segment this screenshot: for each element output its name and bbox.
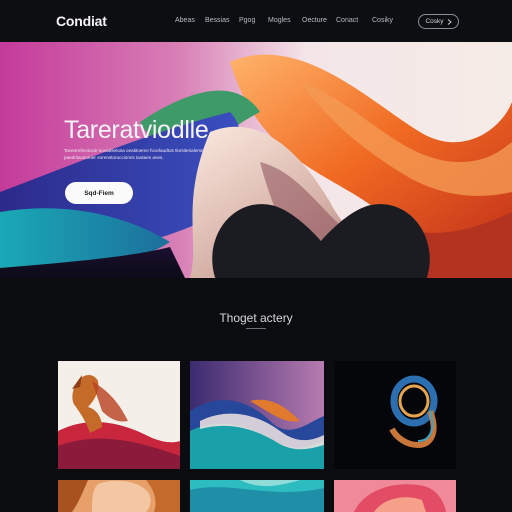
- nav-link-6[interactable]: Conact: [336, 17, 372, 24]
- teal-silk-artwork: [190, 480, 324, 512]
- swirl-artwork: [334, 361, 456, 469]
- coral-artwork: [334, 480, 456, 512]
- nav-link-1[interactable]: Abeas: [175, 17, 205, 24]
- nav-link-4[interactable]: Mogles: [268, 17, 302, 24]
- hero-subtitle: Tanesrefreciocie nuvadsetosa oeatitoeme …: [64, 148, 204, 160]
- gallery-tile-teal-silk[interactable]: [190, 480, 324, 512]
- nav-link-5[interactable]: Oecture: [302, 17, 336, 24]
- nav-link-7[interactable]: Cosiky: [372, 17, 402, 24]
- horse-artwork: [58, 361, 180, 469]
- brand-logo[interactable]: Condiat: [56, 13, 107, 29]
- nav-links: Abeas Bessias Pgog Mogles Oecture Conact…: [175, 17, 402, 24]
- gallery-tile-swirl[interactable]: [334, 361, 456, 469]
- heart-icon: [212, 204, 430, 278]
- top-nav: Condiat Abeas Bessias Pgog Mogles Oectur…: [0, 0, 512, 42]
- gallery-title: Thoget actery: [219, 311, 293, 325]
- hero-title: Tareratviodlle: [64, 116, 209, 144]
- nav-cta-label: Cosky: [425, 18, 444, 25]
- hero-cta-button[interactable]: Sqd-Fiem: [65, 182, 430, 278]
- nav-link-3[interactable]: Pgog: [239, 17, 268, 24]
- chevron-right-icon: [447, 18, 452, 25]
- portrait-artwork: [58, 480, 180, 512]
- hero-banner: Tareratviodlle Tanesrefreciocie nuvadset…: [0, 42, 512, 278]
- waves-artwork: [190, 361, 324, 469]
- title-underline: [246, 328, 266, 329]
- nav-cta-button[interactable]: Cosky: [418, 14, 459, 29]
- gallery-tile-horse[interactable]: [58, 361, 180, 469]
- gallery-tile-waves[interactable]: [190, 361, 324, 469]
- gallery-tile-portrait[interactable]: [58, 480, 180, 512]
- gallery-tile-coral[interactable]: [334, 480, 456, 512]
- nav-link-2[interactable]: Bessias: [205, 17, 239, 24]
